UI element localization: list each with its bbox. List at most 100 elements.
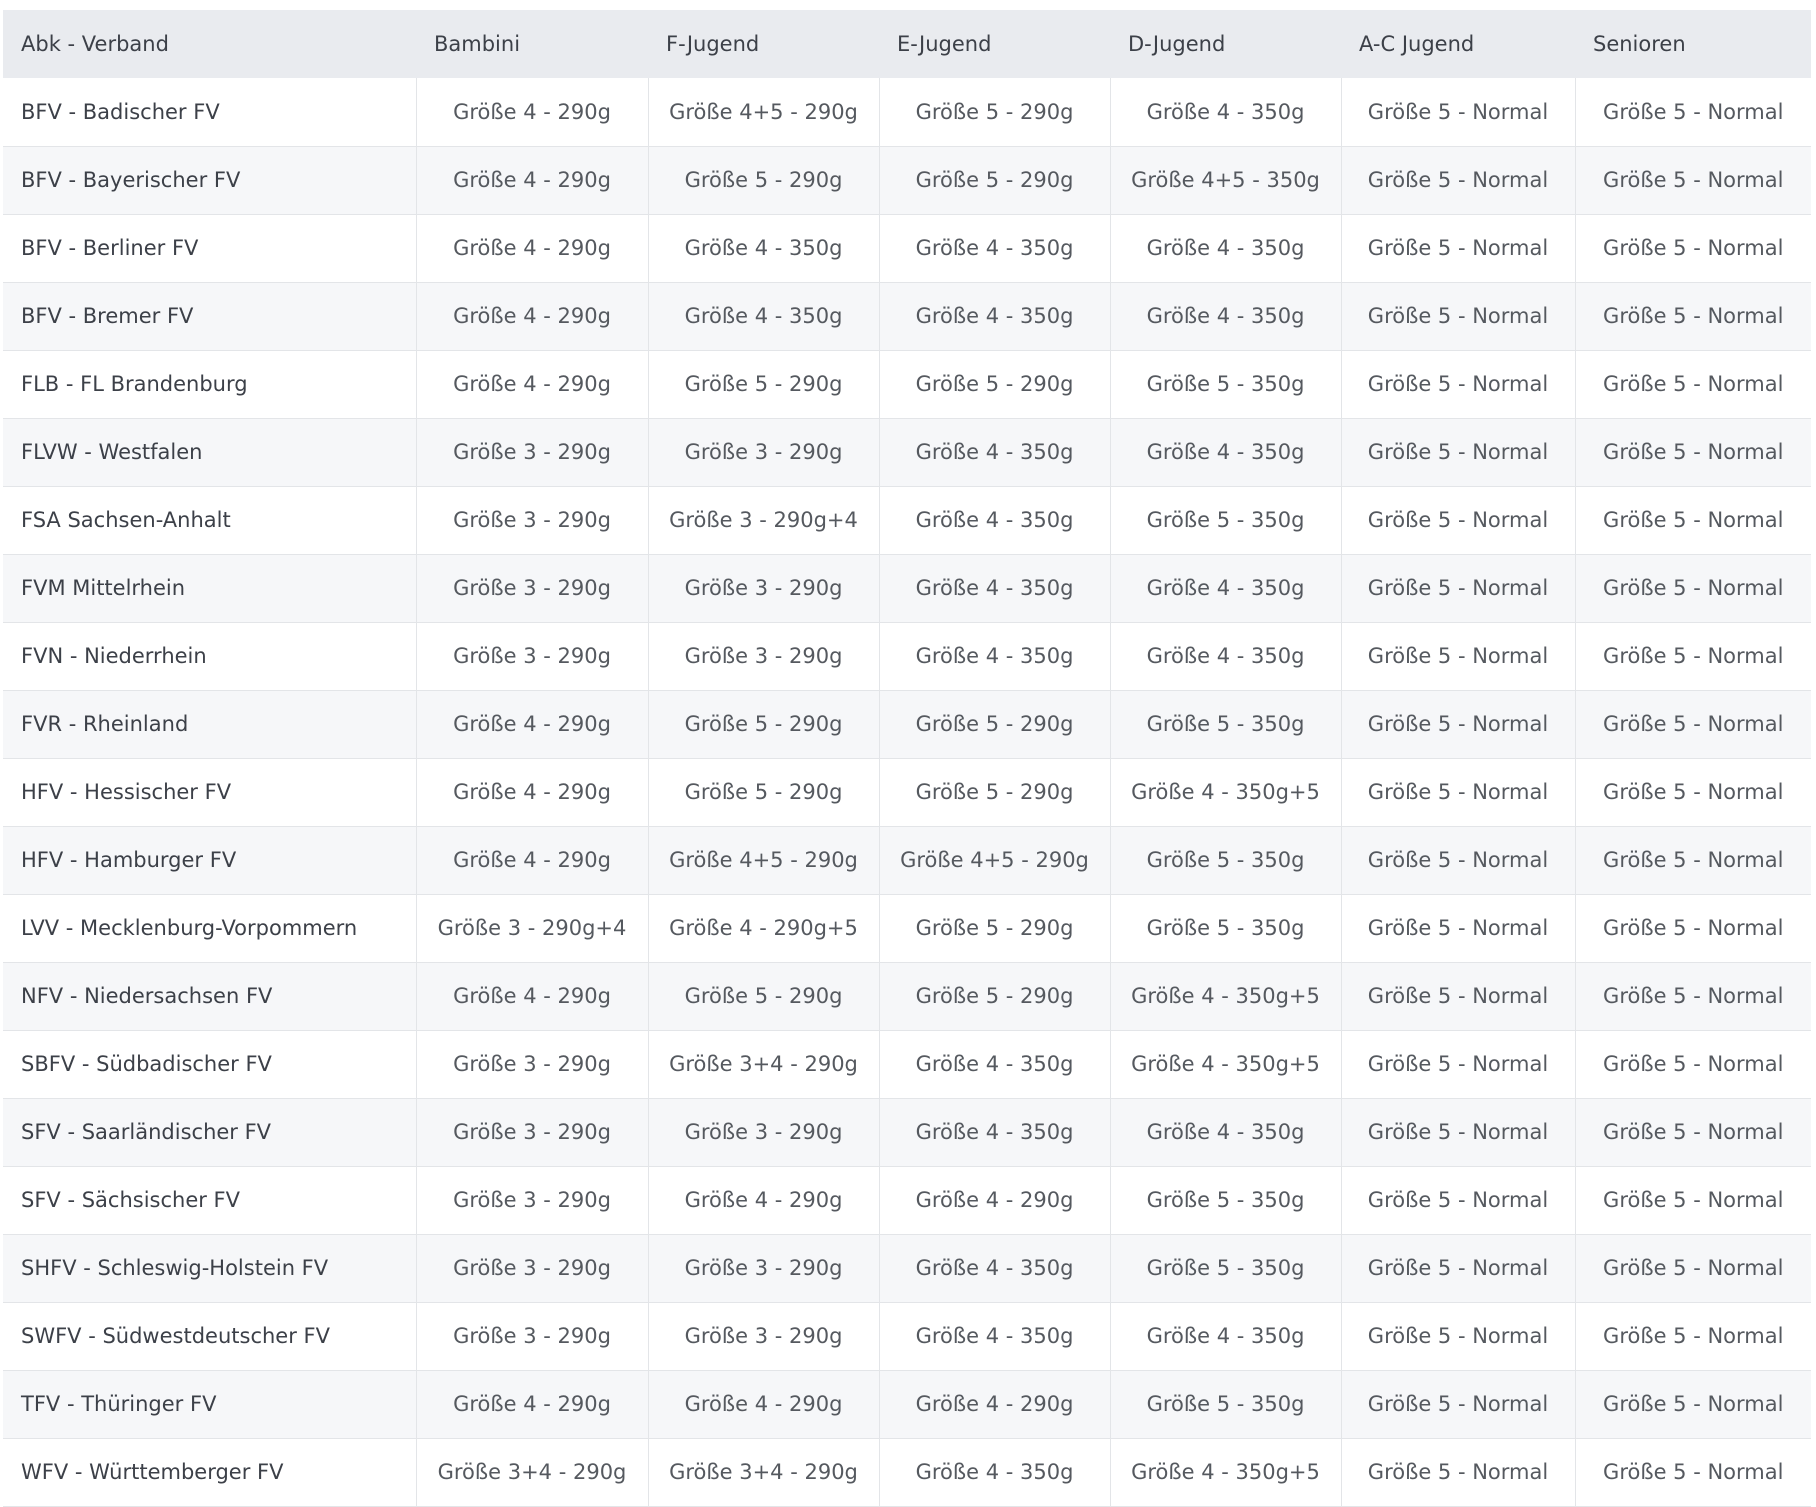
cell-a-c-jugend: Größe 5 - Normal — [1341, 894, 1576, 962]
cell-f-jugend: Größe 3 - 290g — [648, 1098, 880, 1166]
cell-bambini: Größe 3 - 290g — [416, 622, 649, 690]
cell-verband: SBFV - Südbadischer FV — [3, 1030, 417, 1098]
cell-f-jugend: Größe 4+5 - 290g — [648, 78, 880, 146]
cell-d-jugend: Größe 5 - 350g — [1110, 690, 1342, 758]
cell-d-jugend: Größe 4 - 350g — [1110, 1302, 1342, 1370]
cell-bambini: Größe 4 - 290g — [416, 214, 649, 282]
cell-verband: FVR - Rheinland — [3, 690, 417, 758]
cell-e-jugend: Größe 4 - 350g — [879, 1098, 1111, 1166]
cell-f-jugend: Größe 5 - 290g — [648, 146, 880, 214]
cell-d-jugend: Größe 4 - 350g+5 — [1110, 1030, 1342, 1098]
cell-d-jugend: Größe 5 - 350g — [1110, 350, 1342, 418]
cell-verband: FLB - FL Brandenburg — [3, 350, 417, 418]
cell-e-jugend: Größe 5 - 290g — [879, 962, 1111, 1030]
header-d-jugend: D-Jugend — [1128, 32, 1226, 56]
cell-e-jugend: Größe 4 - 350g — [879, 1438, 1111, 1506]
cell-e-jugend: Größe 5 - 290g — [879, 146, 1111, 214]
cell-bambini: Größe 3 - 290g — [416, 1030, 649, 1098]
cell-d-jugend: Größe 4 - 350g — [1110, 418, 1342, 486]
cell-e-jugend: Größe 4 - 350g — [879, 214, 1111, 282]
cell-e-jugend: Größe 4 - 350g — [879, 418, 1111, 486]
table-row: FVR - Rheinland Größe 4 - 290g Größe 5 - 2… — [3, 690, 1811, 758]
header-senioren: Senioren — [1593, 32, 1686, 56]
cell-a-c-jugend: Größe 5 - Normal — [1341, 826, 1576, 894]
cell-e-jugend: Größe 5 - 290g — [879, 894, 1111, 962]
cell-a-c-jugend: Größe 5 - Normal — [1341, 962, 1576, 1030]
cell-verband: SHFV - Schleswig-Holstein FV — [3, 1234, 417, 1302]
cell-d-jugend: Größe 5 - 350g — [1110, 1166, 1342, 1234]
table-row: NFV - Niedersachsen FV Größe 4 - 290g Größ… — [3, 962, 1811, 1030]
cell-senioren: Größe 5 - Normal — [1603, 1052, 1784, 1076]
cell-bambini: Größe 4 - 290g — [416, 282, 649, 350]
cell-senioren: Größe 5 - Normal — [1603, 644, 1784, 668]
header-e-jugend: E-Jugend — [897, 32, 992, 56]
cell-f-jugend: Größe 3 - 290g — [648, 622, 880, 690]
cell-a-c-jugend: Größe 5 - Normal — [1341, 1098, 1576, 1166]
table-row: HFV - Hamburger FV Größe 4 - 290g Größe 4+… — [3, 826, 1811, 894]
cell-senioren: Größe 5 - Normal — [1603, 372, 1784, 396]
cell-f-jugend: Größe 5 - 290g — [648, 758, 880, 826]
cell-a-c-jugend: Größe 5 - Normal — [1341, 1302, 1576, 1370]
cell-d-jugend: Größe 4 - 350g+5 — [1110, 962, 1342, 1030]
cell-e-jugend: Größe 5 - 290g — [879, 758, 1111, 826]
cell-verband: HFV - Hessischer FV — [3, 758, 417, 826]
cell-senioren: Größe 5 - Normal — [1603, 1324, 1784, 1348]
header-f-jugend: F-Jugend — [666, 32, 760, 56]
cell-f-jugend: Größe 3 - 290g — [648, 554, 880, 622]
table-row: BFV - Berliner FV Größe 4 - 290g Größe 4 -… — [3, 214, 1811, 282]
cell-d-jugend: Größe 4 - 350g+5 — [1110, 1438, 1342, 1506]
cell-bambini: Größe 3 - 290g — [416, 1234, 649, 1302]
table-row: BFV - Badischer FV Größe 4 - 290g Größe 4+… — [3, 78, 1811, 146]
cell-verband: NFV - Niedersachsen FV — [3, 962, 417, 1030]
table-row: FVN - Niederrhein Größe 3 - 290g Größe 3 -… — [3, 622, 1811, 690]
cell-bambini: Größe 4 - 290g — [416, 962, 649, 1030]
cell-senioren: Größe 5 - Normal — [1603, 236, 1784, 260]
header-a-c-jugend: A-C Jugend — [1359, 32, 1475, 56]
cell-e-jugend: Größe 5 - 290g — [879, 350, 1111, 418]
table-row: BFV - Bremer FV Größe 4 - 290g Größe 4 - 3… — [3, 282, 1811, 350]
cell-e-jugend: Größe 4 - 350g — [879, 1234, 1111, 1302]
cell-verband: FVN - Niederrhein — [3, 622, 417, 690]
header-row: Abk - Verband Bambini F-Jugend E-Jugend … — [3, 10, 1811, 78]
cell-bambini: Größe 3 - 290g — [416, 418, 649, 486]
cell-f-jugend: Größe 3 - 290g — [648, 1302, 880, 1370]
cell-a-c-jugend: Größe 5 - Normal — [1341, 418, 1576, 486]
cell-f-jugend: Größe 3 - 290g — [648, 418, 880, 486]
cell-a-c-jugend: Größe 5 - Normal — [1341, 78, 1576, 146]
cell-a-c-jugend: Größe 5 - Normal — [1341, 690, 1576, 758]
cell-e-jugend: Größe 4+5 - 290g — [879, 826, 1111, 894]
cell-d-jugend: Größe 4+5 - 350g — [1110, 146, 1342, 214]
table-row: BFV - Bayerischer FV Größe 4 - 290g Größe … — [3, 146, 1811, 214]
cell-senioren: Größe 5 - Normal — [1603, 1392, 1784, 1416]
cell-verband: BFV - Badischer FV — [3, 78, 417, 146]
table-row: FVM Mittelrhein Größe 3 - 290g Größe 3 - 2… — [3, 554, 1811, 622]
cell-d-jugend: Größe 4 - 350g — [1110, 78, 1342, 146]
cell-d-jugend: Größe 5 - 350g — [1110, 1234, 1342, 1302]
cell-bambini: Größe 4 - 290g — [416, 350, 649, 418]
cell-e-jugend: Größe 4 - 290g — [879, 1166, 1111, 1234]
cell-a-c-jugend: Größe 5 - Normal — [1341, 554, 1576, 622]
cell-d-jugend: Größe 5 - 350g — [1110, 1370, 1342, 1438]
cell-senioren: Größe 5 - Normal — [1603, 508, 1784, 532]
cell-senioren: Größe 5 - Normal — [1603, 1188, 1784, 1212]
cell-verband: BFV - Bremer FV — [3, 282, 417, 350]
cell-verband: WFV - Württemberger FV — [3, 1438, 417, 1506]
cell-senioren: Größe 5 - Normal — [1603, 99, 1784, 124]
cell-bambini: Größe 3 - 290g — [416, 554, 649, 622]
cell-verband: BFV - Berliner FV — [3, 214, 417, 282]
cell-verband: HFV - Hamburger FV — [3, 826, 417, 894]
cell-f-jugend: Größe 3+4 - 290g — [648, 1438, 880, 1506]
cell-e-jugend: Größe 4 - 350g — [879, 622, 1111, 690]
cell-f-jugend: Größe 4 - 290g — [648, 1370, 880, 1438]
cell-f-jugend: Größe 3 - 290g — [648, 1234, 880, 1302]
cell-f-jugend: Größe 5 - 290g — [648, 962, 880, 1030]
table-row: SHFV - Schleswig-Holstein FV Größe 3 - 29… — [3, 1234, 1811, 1302]
cell-d-jugend: Größe 5 - 350g — [1110, 826, 1342, 894]
cell-a-c-jugend: Größe 5 - Normal — [1341, 350, 1576, 418]
table-row: FLVW - Westfalen Größe 3 - 290g Größe 3 - … — [3, 418, 1811, 486]
cell-a-c-jugend: Größe 5 - Normal — [1341, 146, 1576, 214]
table-row: HFV - Hessischer FV Größe 4 - 290g Größe 5… — [3, 758, 1811, 826]
table-row: SFV - Sächsischer FV Größe 3 - 290g Größe … — [3, 1166, 1811, 1234]
cell-senioren: Größe 5 - Normal — [1603, 916, 1784, 940]
cell-bambini: Größe 4 - 290g — [416, 78, 649, 146]
